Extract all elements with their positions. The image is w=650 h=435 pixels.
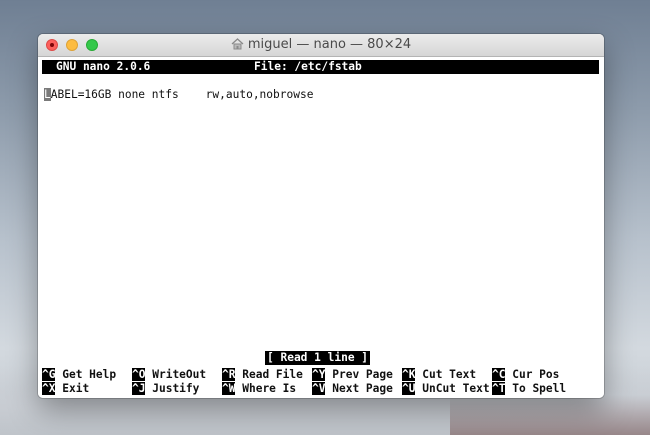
text-cursor: L — [44, 88, 51, 101]
shortcut-where-is[interactable]: ^W Where Is — [222, 382, 296, 396]
shortcut-prev-page[interactable]: ^Y Prev Page — [312, 368, 393, 382]
shortcut-exit[interactable]: ^X Exit — [42, 382, 89, 396]
window-titlebar[interactable]: miguel — nano — 80×24 — [38, 34, 604, 57]
nano-file-name: File: /etc/fstab — [254, 60, 362, 73]
window-title-text: miguel — nano — 80×24 — [247, 37, 412, 52]
home-folder-icon — [231, 38, 244, 54]
shortcut-row-1: ^G Get Help ^O WriteOut ^R Read File ^Y … — [42, 368, 602, 382]
nano-version: GNU nano 2.0.6 — [56, 60, 151, 73]
shortcut-cut-text[interactable]: ^K Cut Text — [402, 368, 476, 382]
desktop-background-trees — [450, 395, 650, 435]
file-line-text: ABEL=16GB none ntfs rw,auto,nobrowse — [50, 88, 314, 101]
window-title: miguel — nano — 80×24 — [38, 37, 604, 54]
shortcut-to-spell[interactable]: ^T To Spell — [492, 382, 566, 396]
shortcut-uncut-text[interactable]: ^U UnCut Text — [402, 382, 490, 396]
shortcut-row-2: ^X Exit ^J Justify ^W Where Is ^V Next P… — [42, 382, 602, 396]
file-line-1[interactable]: LABEL=16GB none ntfs rw,auto,nobrowse — [44, 88, 313, 102]
status-message: [ Read 1 line ] — [265, 351, 371, 365]
shortcut-next-page[interactable]: ^V Next Page — [312, 382, 393, 396]
terminal-content[interactable]: GNU nano 2.0.6 File: /etc/fstab LABEL=16… — [38, 57, 604, 398]
shortcut-get-help[interactable]: ^G Get Help — [42, 368, 116, 382]
nano-header-bar: GNU nano 2.0.6 File: /etc/fstab — [42, 60, 599, 74]
shortcut-cur-pos[interactable]: ^C Cur Pos — [492, 368, 559, 382]
terminal-window: miguel — nano — 80×24 GNU nano 2.0.6 Fil… — [38, 34, 604, 398]
shortcut-read-file[interactable]: ^R Read File — [222, 368, 303, 382]
shortcut-writeout[interactable]: ^O WriteOut — [132, 368, 206, 382]
shortcut-justify[interactable]: ^J Justify — [132, 382, 199, 396]
